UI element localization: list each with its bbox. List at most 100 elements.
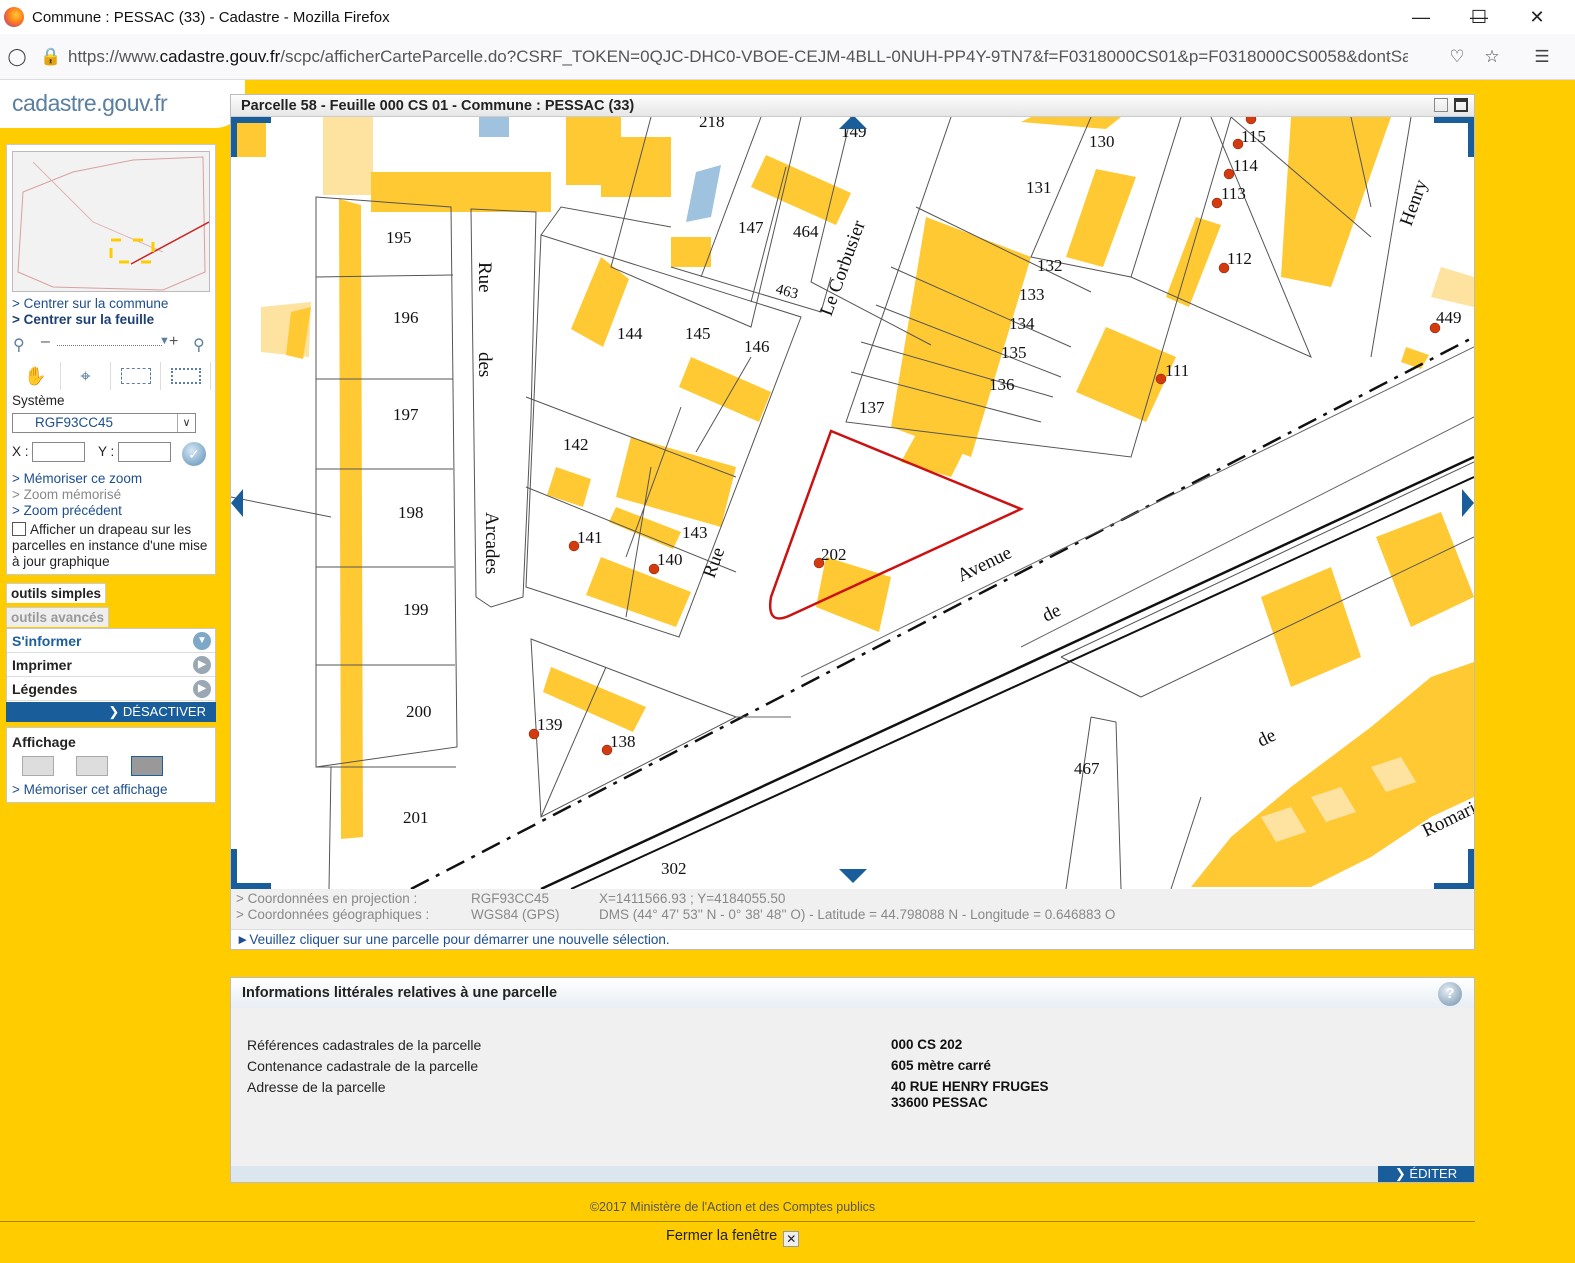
parcel-label: 449 xyxy=(1436,308,1462,327)
street-label: Arcades xyxy=(481,512,502,574)
street-label: Rue xyxy=(474,262,495,293)
parcel-label: 135 xyxy=(1001,343,1027,362)
parcel-label: 147 xyxy=(738,218,764,237)
shield-icon[interactable]: ◯ xyxy=(0,40,34,74)
center-crosshair-icon[interactable]: ⌖ xyxy=(61,362,111,390)
footer-divider xyxy=(0,1221,1475,1222)
bookmark-star-icon[interactable]: ☆ xyxy=(1475,40,1509,74)
tab-advanced-tools[interactable]: outils avancés xyxy=(6,607,110,627)
center-commune-link[interactable]: > Centrer sur la commune xyxy=(12,296,168,311)
deactivate-button[interactable]: ❯ DÉSACTIVER xyxy=(6,702,216,722)
firefox-logo-icon xyxy=(4,7,24,27)
parcel-label: 113 xyxy=(1221,184,1246,203)
street-label: Le Corbusier xyxy=(816,217,870,319)
memorize-zoom-link[interactable]: > Mémoriser ce zoom xyxy=(12,471,142,486)
zoom-box-icon[interactable] xyxy=(111,362,161,390)
parcel-label: 464 xyxy=(793,222,819,241)
flag-checkbox[interactable] xyxy=(12,522,26,536)
parcel-label: 195 xyxy=(386,228,412,247)
previous-zoom-link[interactable]: > Zoom précédent xyxy=(12,503,122,518)
street-label: des xyxy=(474,352,495,377)
parcel-label: 136 xyxy=(989,375,1015,394)
parcel-label: 146 xyxy=(744,337,770,356)
parcel-label: 114 xyxy=(1233,156,1258,175)
pan-hand-icon[interactable]: ✋ xyxy=(11,362,61,390)
pocket-icon[interactable]: ♡ xyxy=(1440,40,1474,74)
parcel-label: 138 xyxy=(610,732,636,751)
close-window-button[interactable]: ✕ xyxy=(1508,0,1566,34)
edit-button[interactable]: ❯ ÉDITER xyxy=(1378,1166,1474,1182)
parcel-label: 139 xyxy=(537,715,563,734)
center-sheet-link[interactable]: > Centrer sur la feuille xyxy=(12,312,154,327)
flag-option: Afficher un drapeau sur les parcelles en… xyxy=(12,522,208,569)
info-title: Informations littérales relatives à une … xyxy=(231,978,1474,1008)
x-coordinate-input[interactable] xyxy=(32,442,85,462)
lock-icon[interactable]: 🔒 xyxy=(34,40,68,74)
selected-parcel-202[interactable] xyxy=(768,429,1025,620)
display-title: Affichage xyxy=(12,734,76,750)
pan-left-icon[interactable] xyxy=(231,489,243,517)
y-coordinate-input[interactable] xyxy=(118,442,171,462)
navigation-panel: > Centrer sur la commune > Centrer sur l… xyxy=(6,144,216,575)
parcel-label: 143 xyxy=(682,523,708,542)
street-label: de xyxy=(1039,600,1064,627)
selection-message: ►Veuillez cliquer sur une parcelle pour … xyxy=(231,929,1474,949)
menu-legendes[interactable]: Légendes ▶ xyxy=(7,677,215,701)
close-icon[interactable]: ✕ xyxy=(783,1231,800,1247)
pan-right-icon[interactable] xyxy=(1462,489,1474,517)
parcel-label: 196 xyxy=(393,308,419,327)
display-large-button[interactable] xyxy=(131,756,163,776)
url-field[interactable]: https://www.cadastre.gouv.fr/scpc/affich… xyxy=(68,47,1408,67)
parcel-label: 140 xyxy=(657,550,683,569)
menu-icon[interactable]: ☰ xyxy=(1525,40,1559,74)
pan-down-icon[interactable] xyxy=(839,869,867,883)
menu-informer[interactable]: S'informer ▼ xyxy=(7,629,215,653)
parcel-label: 198 xyxy=(398,503,424,522)
system-select[interactable]: RGF93CC45 ∨ xyxy=(12,413,196,433)
window-title: Commune : PESSAC (33) - Cadastre - Mozil… xyxy=(32,8,390,26)
parcel-label: 197 xyxy=(393,405,419,424)
street-label: Henry xyxy=(1396,176,1432,228)
minimize-button[interactable]: — xyxy=(1392,0,1450,34)
parcel-label: 142 xyxy=(563,435,589,454)
parcel-label: 467 xyxy=(1074,759,1100,778)
site-logo[interactable]: cadastre.gouv.fr xyxy=(12,90,168,117)
parcel-label: 141 xyxy=(577,528,603,547)
zoom-slider[interactable]: ⚲ – ▼ + ⚲ xyxy=(11,333,211,357)
street-label: de xyxy=(1254,725,1279,752)
parcel-label: 133 xyxy=(1019,285,1045,304)
display-small-button[interactable] xyxy=(22,756,54,776)
parcel-label: 137 xyxy=(859,398,885,417)
zoom-in-icon[interactable]: ⚲ xyxy=(193,335,205,355)
parcel-label: 144 xyxy=(617,324,643,343)
tab-simple-tools[interactable]: outils simples xyxy=(6,583,107,603)
parcel-label: 218 xyxy=(699,117,725,131)
page: cadastre.gouv.fr > Centrer sur la commun… xyxy=(0,80,1575,1263)
cadastral-map[interactable]: 218 149 130 115 114 113 131 147 464 463 … xyxy=(231,117,1474,889)
map-window: Parcelle 58 - Feuille 000 CS 01 - Commun… xyxy=(230,94,1475,950)
maximize-button[interactable]: ☐ xyxy=(1450,0,1508,34)
chevron-down-icon[interactable]: ∨ xyxy=(177,414,195,432)
close-window-link[interactable]: Fermer la fenêtre ✕ xyxy=(666,1228,800,1247)
parcel-label: 131 xyxy=(1026,178,1052,197)
parcel-area: 605 mètre carré xyxy=(891,1058,991,1073)
info-footer xyxy=(231,1166,1474,1182)
full-extent-icon[interactable] xyxy=(161,362,211,390)
browser-titlebar: Commune : PESSAC (33) - Cadastre - Mozil… xyxy=(0,0,1575,34)
overview-map[interactable] xyxy=(12,151,210,292)
help-icon[interactable]: ? xyxy=(1438,982,1462,1006)
parcel-label: 302 xyxy=(661,859,687,878)
memorize-display-link[interactable]: > Mémoriser cet affichage xyxy=(12,782,167,797)
parcel-label: 112 xyxy=(1227,249,1252,268)
menu-imprimer[interactable]: Imprimer ▶ xyxy=(7,653,215,677)
display-panel: Affichage > Mémoriser cet affichage xyxy=(6,727,216,803)
display-medium-button[interactable] xyxy=(76,756,108,776)
zoom-out-icon[interactable]: ⚲ xyxy=(13,335,25,355)
maximize-icon[interactable] xyxy=(1454,98,1468,112)
copyright: ©2017 Ministère de l'Action et des Compt… xyxy=(589,1200,876,1214)
system-label: Système xyxy=(12,393,65,408)
restore-icon[interactable] xyxy=(1434,98,1448,112)
info-body: Références cadastrales de la parcelle 00… xyxy=(231,1008,1474,1166)
parcel-label: 130 xyxy=(1089,132,1115,151)
validate-coordinates-button[interactable]: ✓ xyxy=(182,442,206,466)
